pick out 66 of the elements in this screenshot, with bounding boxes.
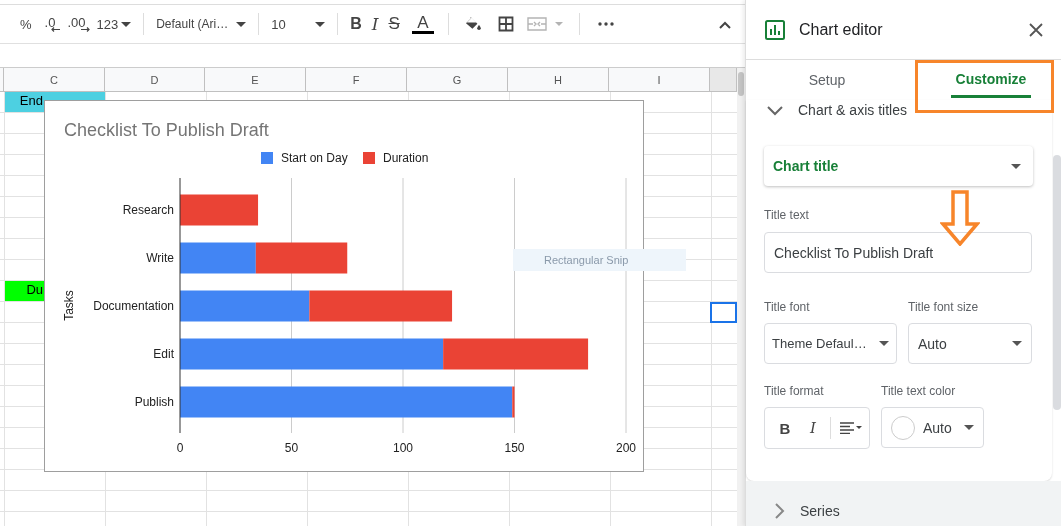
decrease-decimal-button[interactable]: .0 — [39, 10, 61, 38]
chart-icon — [765, 19, 785, 40]
category-label: Publish — [134, 395, 174, 409]
section-header[interactable]: Series — [770, 502, 840, 520]
caret-icon — [879, 341, 889, 346]
column-header[interactable]: C — [4, 68, 105, 91]
field-label: Title format — [764, 384, 825, 398]
close-icon — [1029, 22, 1043, 37]
down-arrow-drawing — [940, 190, 980, 246]
font-dropdown[interactable]: Default (Ari… — [152, 10, 251, 38]
column-header[interactable]: D — [105, 68, 205, 91]
font-dropdown[interactable]: Theme Defaul… — [764, 323, 897, 364]
column-header[interactable]: E — [205, 68, 306, 91]
italic-button[interactable]: I — [367, 10, 383, 38]
caret-icon — [964, 425, 974, 430]
legend-label: Duration — [383, 151, 429, 165]
field-label: Title font size — [908, 300, 980, 314]
number-format-button[interactable]: 123 — [92, 10, 136, 38]
italic-button[interactable]: I — [799, 414, 827, 442]
text-color-button[interactable]: A — [405, 10, 440, 38]
category-label: Research — [122, 203, 174, 217]
align-left-icon — [840, 422, 862, 434]
more-icon — [597, 22, 614, 26]
tooltip: Rectangular Snip — [513, 249, 686, 271]
left-arrow-icon — [51, 27, 61, 32]
strikethrough-button[interactable]: S — [384, 10, 404, 38]
caret-icon — [1011, 163, 1021, 169]
borders-icon — [497, 16, 514, 32]
scrollbar[interactable] — [737, 68, 745, 526]
tick-label: 200 — [616, 441, 636, 455]
caret-icon — [121, 21, 132, 27]
field-label: Title text — [764, 208, 810, 222]
increase-decimal-button[interactable]: .00 — [62, 10, 91, 38]
caret-icon — [236, 21, 247, 27]
percent-button[interactable]: % — [14, 10, 38, 38]
scrollbar[interactable] — [1053, 155, 1061, 410]
tab[interactable]: Customize — [951, 60, 1031, 98]
tick-label: 0 — [176, 441, 184, 455]
tick-label: 150 — [504, 441, 525, 455]
title-text-field[interactable]: Checklist To Publish Draft — [764, 232, 1032, 273]
category-label: Documentation — [93, 299, 174, 313]
category-label: Edit — [153, 347, 174, 361]
bold-button[interactable]: B — [346, 10, 366, 38]
caret-up-icon — [719, 20, 731, 29]
tick-label: 50 — [284, 441, 299, 455]
column-header[interactable]: G — [407, 68, 508, 91]
column-header[interactable]: H — [508, 68, 609, 91]
bold-button[interactable]: B — [771, 414, 799, 442]
legend-label: Start on Day — [281, 151, 348, 165]
caret-icon — [1012, 341, 1022, 346]
column-header[interactable]: F — [306, 68, 407, 91]
caret-icon — [315, 21, 326, 27]
chart-title: Checklist To Publish Draft — [64, 120, 269, 140]
tab[interactable]: Setup — [807, 60, 847, 100]
right-arrow-icon — [81, 27, 91, 32]
color-swatch — [411, 30, 434, 34]
tick-label: 100 — [393, 441, 413, 455]
font-size-dropdown[interactable]: 10 — [267, 10, 330, 38]
panel-title: Chart editor — [799, 20, 884, 39]
chart-part-dropdown[interactable]: Chart title — [764, 146, 1033, 186]
selected-cell[interactable] — [710, 302, 737, 323]
font-size-dropdown[interactable]: Auto — [908, 323, 1032, 364]
field-label: Title font — [764, 300, 811, 314]
color-dropdown[interactable]: Auto — [881, 407, 984, 448]
category-label: Write — [146, 251, 174, 265]
field-label: Title text color — [881, 384, 957, 398]
